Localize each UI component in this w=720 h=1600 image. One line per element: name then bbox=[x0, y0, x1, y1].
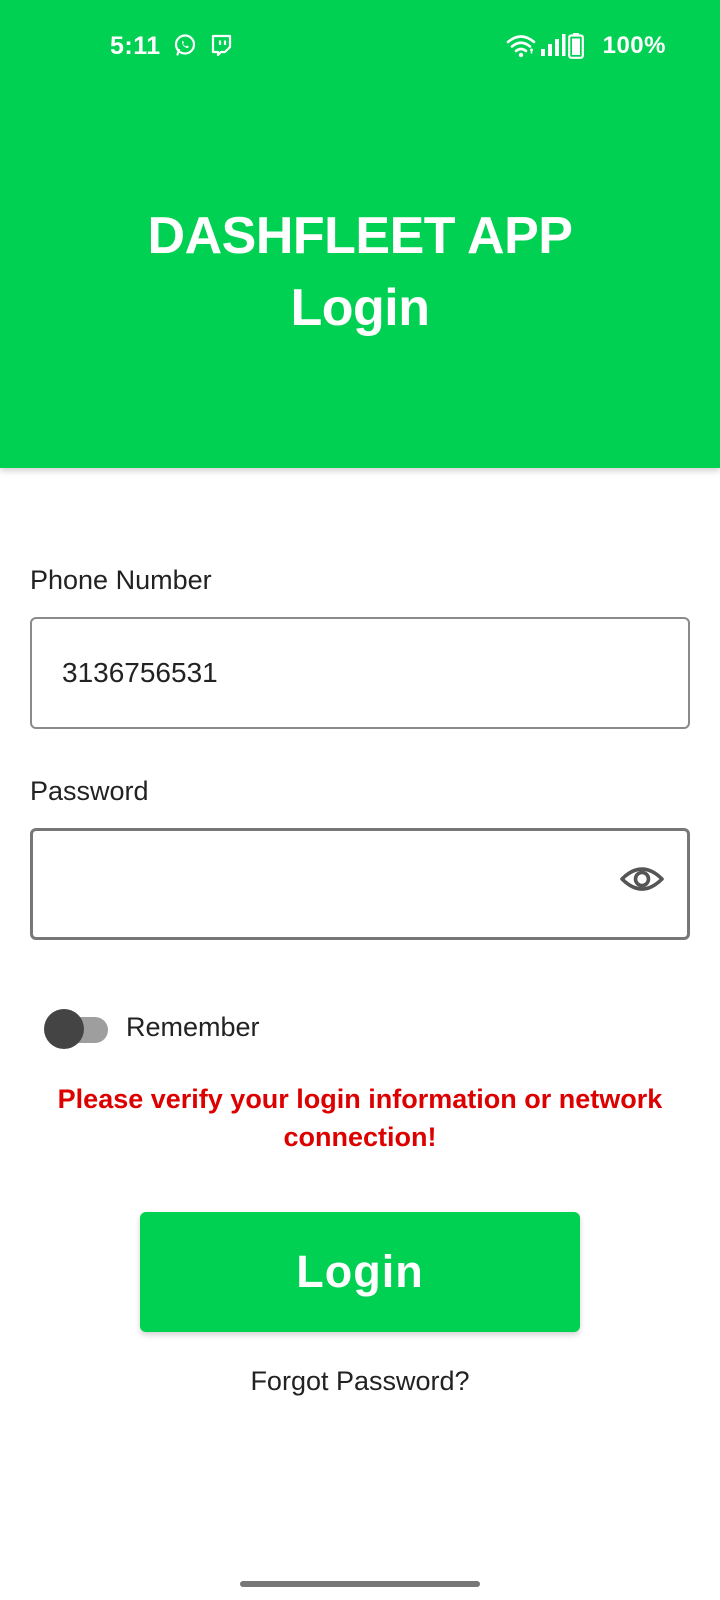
app-title-line1: DASHFLEET APP bbox=[147, 207, 573, 265]
remember-toggle-thumb bbox=[44, 1009, 84, 1049]
forgot-password-link[interactable]: Forgot Password? bbox=[0, 1366, 720, 1397]
phone-number-value: 3136756531 bbox=[62, 657, 218, 688]
status-right-group: 100% bbox=[506, 30, 666, 62]
battery-icon bbox=[568, 33, 584, 59]
battery-percent: 100% bbox=[602, 32, 666, 59]
eye-icon[interactable] bbox=[619, 863, 665, 895]
login-button[interactable]: Login bbox=[140, 1212, 580, 1332]
app-title: DASHFLEET APP Login bbox=[0, 200, 720, 344]
app-title-line2: Login bbox=[290, 279, 430, 337]
twitch-icon bbox=[211, 34, 232, 57]
app-header: 5:11 100% DASHFLEET APP Login bbox=[0, 0, 720, 468]
wifi-icon bbox=[506, 35, 536, 58]
gesture-nav-bar[interactable] bbox=[240, 1581, 480, 1587]
password-label: Password bbox=[30, 776, 149, 806]
error-message: Please verify your login information or … bbox=[57, 1084, 663, 1152]
remember-label: Remember bbox=[126, 1012, 260, 1042]
whatsapp-icon bbox=[174, 34, 196, 56]
password-field[interactable] bbox=[30, 828, 690, 940]
phone-number-label: Phone Number bbox=[30, 565, 212, 595]
phone-number-field[interactable]: 3136756531 bbox=[30, 617, 690, 729]
signal-icon bbox=[541, 34, 566, 56]
remember-toggle[interactable] bbox=[44, 1009, 112, 1049]
status-time: 5:11 bbox=[110, 32, 161, 60]
status-bar: 5:11 100% bbox=[0, 0, 720, 90]
